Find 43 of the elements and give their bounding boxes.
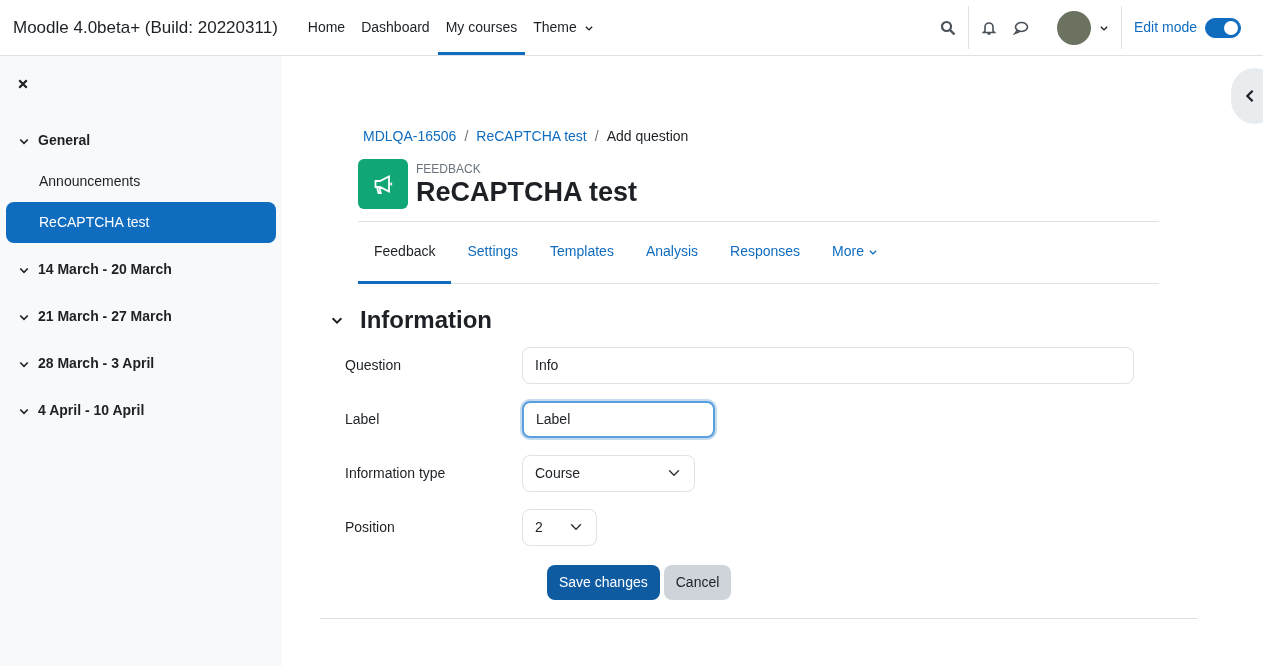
breadcrumb-link[interactable]: MDLQA-16506 xyxy=(363,126,457,147)
breadcrumb-link[interactable]: ReCAPTCHA test xyxy=(476,126,587,147)
section-link[interactable]: 14 March - 20 March xyxy=(6,249,276,290)
bell-icon[interactable] xyxy=(980,19,997,36)
select-field[interactable]: Course xyxy=(522,454,695,492)
section-toggle[interactable]: Information xyxy=(330,306,492,335)
section-link[interactable]: 21 March - 27 March xyxy=(6,296,276,337)
tab[interactable]: More xyxy=(816,222,894,284)
nav-link[interactable]: Theme xyxy=(525,3,602,55)
nav-link[interactable]: Home xyxy=(299,3,354,55)
field-label: Label xyxy=(344,409,381,429)
site-name: Moodle 4.0beta+ (Build: 20220311) xyxy=(13,16,278,39)
field-label: Position xyxy=(344,517,396,537)
search-icon[interactable] xyxy=(939,19,956,36)
tab[interactable]: Responses xyxy=(714,222,817,284)
section-link[interactable]: General xyxy=(6,120,276,161)
tab[interactable]: Analysis xyxy=(629,222,715,284)
save-button[interactable]: Save changes xyxy=(547,564,660,600)
input-field[interactable]: Info xyxy=(522,346,1134,384)
page-title: ReCAPTCHA test xyxy=(416,178,638,208)
cancel-button[interactable]: Cancel xyxy=(663,564,732,600)
field-label: Question xyxy=(344,355,403,375)
activity-link[interactable]: Announcements xyxy=(6,161,276,202)
section-link[interactable]: 28 March - 3 April xyxy=(6,343,276,384)
breadcrumb-separator: / xyxy=(464,127,469,146)
chat-bubble-icon[interactable] xyxy=(1012,19,1029,36)
breadcrumb-current: Add question xyxy=(606,127,689,146)
activity-link[interactable]: ReCAPTCHA test xyxy=(6,202,276,243)
edit-mode-label: Edit mode xyxy=(1133,18,1197,37)
input-field[interactable]: Label xyxy=(522,400,715,438)
select-field[interactable]: 2 xyxy=(522,508,597,546)
edit-mode-switch[interactable] xyxy=(1205,17,1241,38)
close-icon[interactable] xyxy=(17,78,29,90)
module-type: FEEDBACK xyxy=(416,161,482,179)
avatar[interactable] xyxy=(1056,10,1091,45)
section-link[interactable]: 4 April - 10 April xyxy=(6,390,276,431)
tab[interactable]: Settings xyxy=(451,222,535,284)
breadcrumb-separator: / xyxy=(594,127,599,146)
nav-link[interactable]: Dashboard xyxy=(353,3,438,55)
tab[interactable]: Feedback xyxy=(358,222,452,284)
field-label: Information type xyxy=(344,463,447,483)
tab[interactable]: Templates xyxy=(534,222,630,284)
nav-link[interactable]: My courses xyxy=(437,3,526,55)
